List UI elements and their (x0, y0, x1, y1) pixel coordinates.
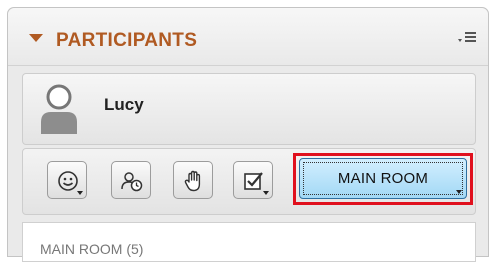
main-room-button[interactable]: MAIN ROOM (299, 158, 467, 199)
status-emoji-icon (58, 171, 78, 191)
away-clock-icon (121, 172, 143, 192)
participants-panel: PARTICIPANTS Lucy MAIN ROOM MAIN ROOM (5… (7, 7, 489, 262)
away-button[interactable] (111, 161, 151, 199)
participant-toolbar: MAIN ROOM (22, 148, 476, 215)
checkbox-poll-icon (244, 172, 263, 190)
panel-menu-icon[interactable] (456, 29, 478, 45)
panel-header: PARTICIPANTS (8, 8, 488, 66)
user-name: Lucy (104, 95, 144, 114)
raise-hand-button[interactable] (173, 161, 213, 199)
participant-list: MAIN ROOM (5) (22, 222, 476, 262)
current-user-card: Lucy (22, 73, 476, 145)
status-button[interactable] (47, 161, 87, 199)
dropdown-caret-icon (456, 190, 462, 194)
room-group-header[interactable]: MAIN ROOM (5) (40, 241, 143, 257)
dropdown-caret-icon (77, 191, 83, 195)
poll-button[interactable] (233, 161, 273, 199)
raise-hand-icon (184, 170, 201, 192)
dropdown-caret-icon (263, 191, 269, 195)
panel-title: PARTICIPANTS (56, 30, 198, 51)
collapse-arrow-icon[interactable] (29, 34, 43, 42)
main-room-button-label: MAIN ROOM (337, 170, 429, 187)
avatar-icon (41, 84, 77, 134)
